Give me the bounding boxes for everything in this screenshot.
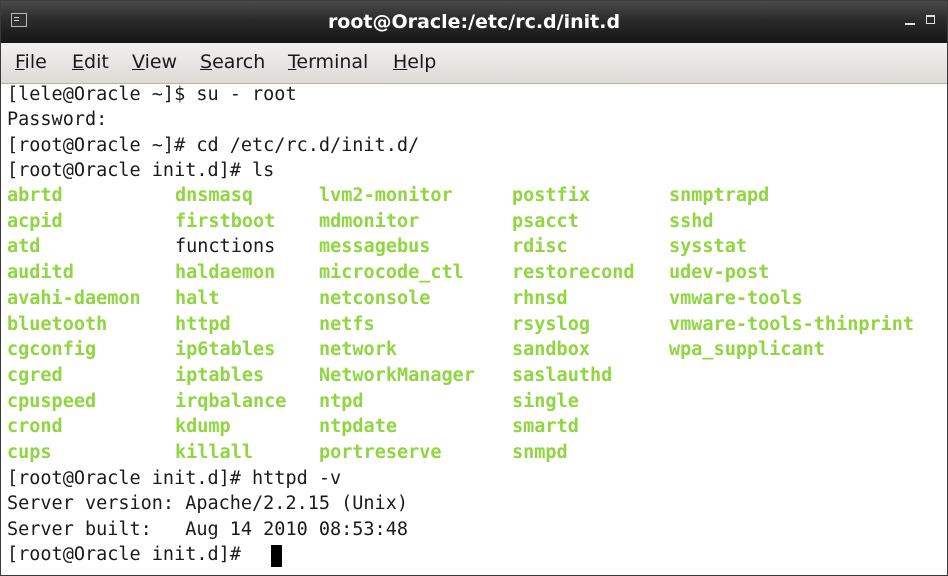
ls-entry: messagebus bbox=[319, 236, 431, 257]
ls-entry: httpd bbox=[175, 314, 231, 335]
ls-entry: snmptrapd bbox=[669, 185, 770, 206]
ls-entry: snmpd bbox=[512, 442, 568, 463]
ls-entry: NetworkManager bbox=[319, 365, 475, 386]
ls-entry: killall bbox=[175, 442, 253, 463]
ls-entry: abrtd bbox=[7, 185, 63, 206]
terminal-line: [root@Oracle init.d]# httpd -v bbox=[7, 468, 342, 489]
menu-search[interactable]: Search bbox=[200, 51, 265, 73]
terminal-window: root@Oracle:/etc/rc.d/init.d File Edit V… bbox=[0, 0, 948, 576]
menu-bar: File Edit View Search Terminal Help bbox=[1, 43, 947, 84]
terminal-line: [lele@Oracle ~]$ su - root bbox=[7, 84, 297, 105]
ls-entry: ip6tables bbox=[175, 339, 276, 360]
menu-file[interactable]: File bbox=[15, 51, 47, 73]
ls-entry: lvm2-monitor bbox=[319, 185, 453, 206]
ls-entry: cgconfig bbox=[7, 339, 97, 360]
ls-entry: irqbalance bbox=[175, 391, 287, 412]
ls-entry: kdump bbox=[175, 416, 231, 437]
menu-terminal[interactable]: Terminal bbox=[288, 51, 368, 73]
ls-entry: iptables bbox=[175, 365, 265, 386]
ls-entry: rsyslog bbox=[512, 314, 590, 335]
ls-entry: netfs bbox=[319, 314, 375, 335]
ls-entry: crond bbox=[7, 416, 63, 437]
terminal-line: Server built: Aug 14 2010 08:53:48 bbox=[7, 519, 408, 540]
ls-entry: wpa_supplicant bbox=[669, 339, 825, 360]
ls-entry: restorecond bbox=[512, 262, 635, 283]
ls-entry: cgred bbox=[7, 365, 63, 386]
ls-entry: single bbox=[512, 391, 579, 412]
ls-entry: network bbox=[319, 339, 397, 360]
text-cursor bbox=[271, 545, 282, 567]
ls-entry: netconsole bbox=[319, 288, 431, 309]
ls-entry: smartd bbox=[512, 416, 579, 437]
terminal-prompt: [root@Oracle init.d]# bbox=[7, 544, 253, 565]
ls-entry: rdisc bbox=[512, 236, 568, 257]
ls-entry: sandbox bbox=[512, 339, 590, 360]
ls-entry: bluetooth bbox=[7, 314, 108, 335]
ls-entry: rhnsd bbox=[512, 288, 568, 309]
ls-entry: acpid bbox=[7, 211, 63, 232]
ls-entry: cpuspeed bbox=[7, 391, 97, 412]
ls-entry: vmware-tools bbox=[669, 288, 803, 309]
ls-entry: avahi-daemon bbox=[7, 288, 141, 309]
window-title: root@Oracle:/etc/rc.d/init.d bbox=[327, 11, 621, 33]
ls-entry: cups bbox=[7, 442, 52, 463]
ls-entry: postfix bbox=[512, 185, 590, 206]
menu-edit[interactable]: Edit bbox=[72, 51, 109, 73]
ls-entry: halt bbox=[175, 288, 220, 309]
ls-entry: portreserve bbox=[319, 442, 442, 463]
ls-entry: vmware-tools-thinprint bbox=[669, 314, 915, 335]
ls-entry: saslauthd bbox=[512, 365, 613, 386]
ls-entry: haldaemon bbox=[175, 262, 276, 283]
menu-view[interactable]: View bbox=[132, 51, 177, 73]
ls-entry: microcode_ctl bbox=[319, 262, 464, 283]
terminal-line: Server version: Apache/2.2.15 (Unix) bbox=[7, 493, 408, 514]
terminal-output[interactable]: [lele@Oracle ~]$ su - root Password: [ro… bbox=[1, 84, 947, 575]
ls-entry: psacct bbox=[512, 211, 579, 232]
ls-entry: functions bbox=[175, 236, 276, 257]
terminal-line: Password: bbox=[7, 109, 108, 130]
ls-entry: udev-post bbox=[669, 262, 770, 283]
ls-entry: sshd bbox=[669, 211, 714, 232]
ls-entry: ntpd bbox=[319, 391, 364, 412]
ls-output: abrtd acpid atd auditd avahi-daemon bluetooth… bbox=[1, 186, 947, 472]
terminal-line: [root@Oracle init.d]# ls bbox=[7, 160, 275, 181]
maximize-icon[interactable] bbox=[925, 12, 939, 26]
minimize-icon[interactable] bbox=[904, 12, 918, 26]
ls-entry: sysstat bbox=[669, 236, 747, 257]
ls-entry: mdmonitor bbox=[319, 211, 420, 232]
title-bar[interactable]: root@Oracle:/etc/rc.d/init.d bbox=[1, 1, 947, 43]
ls-entry: atd bbox=[7, 236, 41, 257]
ls-entry: dnsmasq bbox=[175, 185, 253, 206]
menu-help[interactable]: Help bbox=[393, 51, 436, 73]
ls-entry: auditd bbox=[7, 262, 74, 283]
terminal-line: [root@Oracle ~]# cd /etc/rc.d/init.d/ bbox=[7, 135, 420, 156]
ls-entry: firstboot bbox=[175, 211, 276, 232]
ls-entry: ntpdate bbox=[319, 416, 397, 437]
